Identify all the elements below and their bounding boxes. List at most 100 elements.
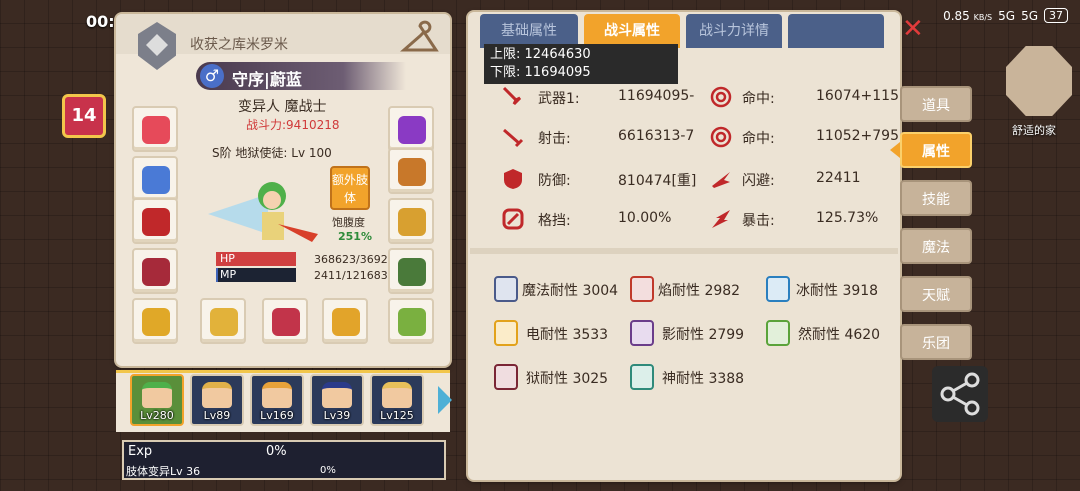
resist-magic: 魔法耐性 3004 (522, 283, 619, 299)
party-member[interactable]: Lv280 (130, 374, 184, 426)
party-avatar (382, 382, 412, 408)
equip-slot-weapon1[interactable] (200, 298, 246, 344)
equip-slot-helmet[interactable] (388, 148, 434, 194)
battery-icon: 37 (1044, 8, 1068, 23)
party-avatar (142, 382, 172, 408)
dodge-icon (712, 172, 730, 188)
equip-slot-gun[interactable] (322, 298, 368, 344)
side-menu-band[interactable]: 乐团 (900, 324, 972, 360)
magic-resist-icon (494, 276, 518, 302)
party-level: Lv125 (380, 409, 414, 422)
equip-slot-armor[interactable] (132, 198, 178, 244)
headphones-icon (142, 116, 170, 144)
mp-fill (216, 268, 218, 282)
tab-more[interactable] (788, 14, 884, 48)
equip-slot-accessory[interactable] (132, 156, 178, 202)
character-title: 收获之库米罗米 (190, 37, 288, 53)
shadow-resist-icon (630, 320, 654, 346)
extra-limb-button[interactable]: 额外肢体 (330, 166, 370, 210)
amulet-icon (142, 166, 170, 194)
equip-slot-gloves[interactable] (132, 248, 178, 294)
stat-label: 命中: (742, 131, 775, 147)
mp-value: 2411/121683 (314, 269, 388, 282)
share-icon[interactable] (932, 366, 988, 422)
signal-1: 5G (998, 8, 1016, 23)
sword-icon (272, 308, 300, 336)
tooltip-lower: 下限: 11694095 (490, 65, 591, 80)
equip-slot-badge[interactable] (388, 106, 434, 152)
stat-value: 10.00% (618, 210, 672, 226)
party-level: Lv280 (140, 409, 174, 422)
party-member[interactable]: Lv169 (250, 374, 304, 426)
crit-icon (712, 210, 730, 228)
hell-resist-icon (494, 364, 518, 390)
lightning-resist-icon (494, 320, 518, 346)
stat-label: 射击: (538, 131, 571, 147)
exp-label: Exp (128, 444, 153, 459)
hero-sprite (208, 182, 318, 242)
hp-label: HP (220, 252, 235, 265)
party-avatar (262, 382, 292, 408)
equip-slot-ring[interactable] (132, 298, 178, 344)
home-label: 舒适的家 (1012, 124, 1056, 137)
ice-resist-icon (766, 276, 790, 302)
resist-hell: 狱耐性 3025 (526, 371, 609, 387)
ring-icon (142, 308, 170, 336)
race-class: 变异人 魔战士 (238, 99, 327, 115)
side-menu-magic[interactable]: 魔法 (900, 228, 972, 264)
armor-icon (142, 208, 170, 236)
close-icon[interactable]: ✕ (902, 14, 924, 44)
tab-combat-stats[interactable]: 战斗属性 (584, 14, 680, 48)
target-icon (710, 86, 732, 108)
damage-tooltip: 上限: 12464630 下限: 11694095 (484, 44, 678, 84)
gun-icon (332, 308, 360, 336)
nature-resist-icon (766, 320, 790, 346)
equip-slot-weapon2[interactable] (262, 298, 308, 344)
wreath-icon (398, 308, 426, 336)
limb-mutation-percent: 0% (320, 465, 336, 476)
resist-ice: 冰耐性 3918 (796, 283, 879, 299)
equip-slot-belt[interactable] (388, 198, 434, 244)
side-menu-stats[interactable]: 属性 (900, 132, 972, 168)
fullness-value: 251% (338, 230, 372, 243)
stat-value: 810474[重] (618, 173, 697, 189)
level-badge[interactable]: 14 (62, 94, 106, 138)
section-divider (470, 248, 898, 254)
side-menu-items[interactable]: 道具 (900, 86, 972, 122)
party-member[interactable]: Lv39 (310, 374, 364, 426)
character-panel: 收获之库米罗米 ♂ 守序|蔚蓝 变异人 魔战士 战斗力:9410218 S阶 地… (116, 14, 450, 366)
party-avatar (322, 382, 352, 408)
gender-icon: ♂ (200, 64, 224, 88)
equip-slot-boots[interactable] (388, 248, 434, 294)
stat-label: 暴击: (742, 213, 775, 229)
belt-icon (398, 208, 426, 236)
side-menu-skills[interactable]: 技能 (900, 180, 972, 216)
target-icon (710, 126, 732, 148)
home-map-icon[interactable] (1006, 46, 1072, 116)
party-member[interactable]: Lv125 (370, 374, 424, 426)
stat-label: 格挡: (538, 213, 571, 229)
party-avatar (202, 382, 232, 408)
hanger-icon[interactable] (400, 20, 440, 60)
resist-shadow: 影耐性 2799 (662, 327, 745, 343)
helmet-icon (398, 158, 426, 186)
shield-icon (504, 169, 522, 189)
party-level: Lv89 (203, 409, 231, 422)
exp-percent: 0% (266, 444, 287, 459)
tab-basic-stats[interactable]: 基础属性 (480, 14, 578, 48)
hp-value: 368623/3692 (314, 253, 388, 266)
side-menu-talent[interactable]: 天赋 (900, 276, 972, 312)
party-level: Lv39 (323, 409, 351, 422)
stat-label: 闪避: (742, 173, 775, 189)
status-icons: 0.85 KB/S 5G 5G 37 (943, 8, 1068, 23)
resist-fire: 焰耐性 2982 (658, 283, 741, 299)
party-member[interactable]: Lv89 (190, 374, 244, 426)
tab-power-details[interactable]: 战斗力详情 (686, 14, 782, 48)
signal-2: 5G (1021, 8, 1038, 23)
equip-slot-head[interactable] (132, 106, 178, 152)
sword-icon (502, 86, 522, 106)
fullness-label: 饱腹度 (332, 216, 365, 229)
resist-lightning: 电耐性 3533 (526, 327, 609, 343)
equip-slot-ring2[interactable] (388, 298, 434, 344)
party-next-arrow-icon[interactable] (438, 386, 452, 414)
